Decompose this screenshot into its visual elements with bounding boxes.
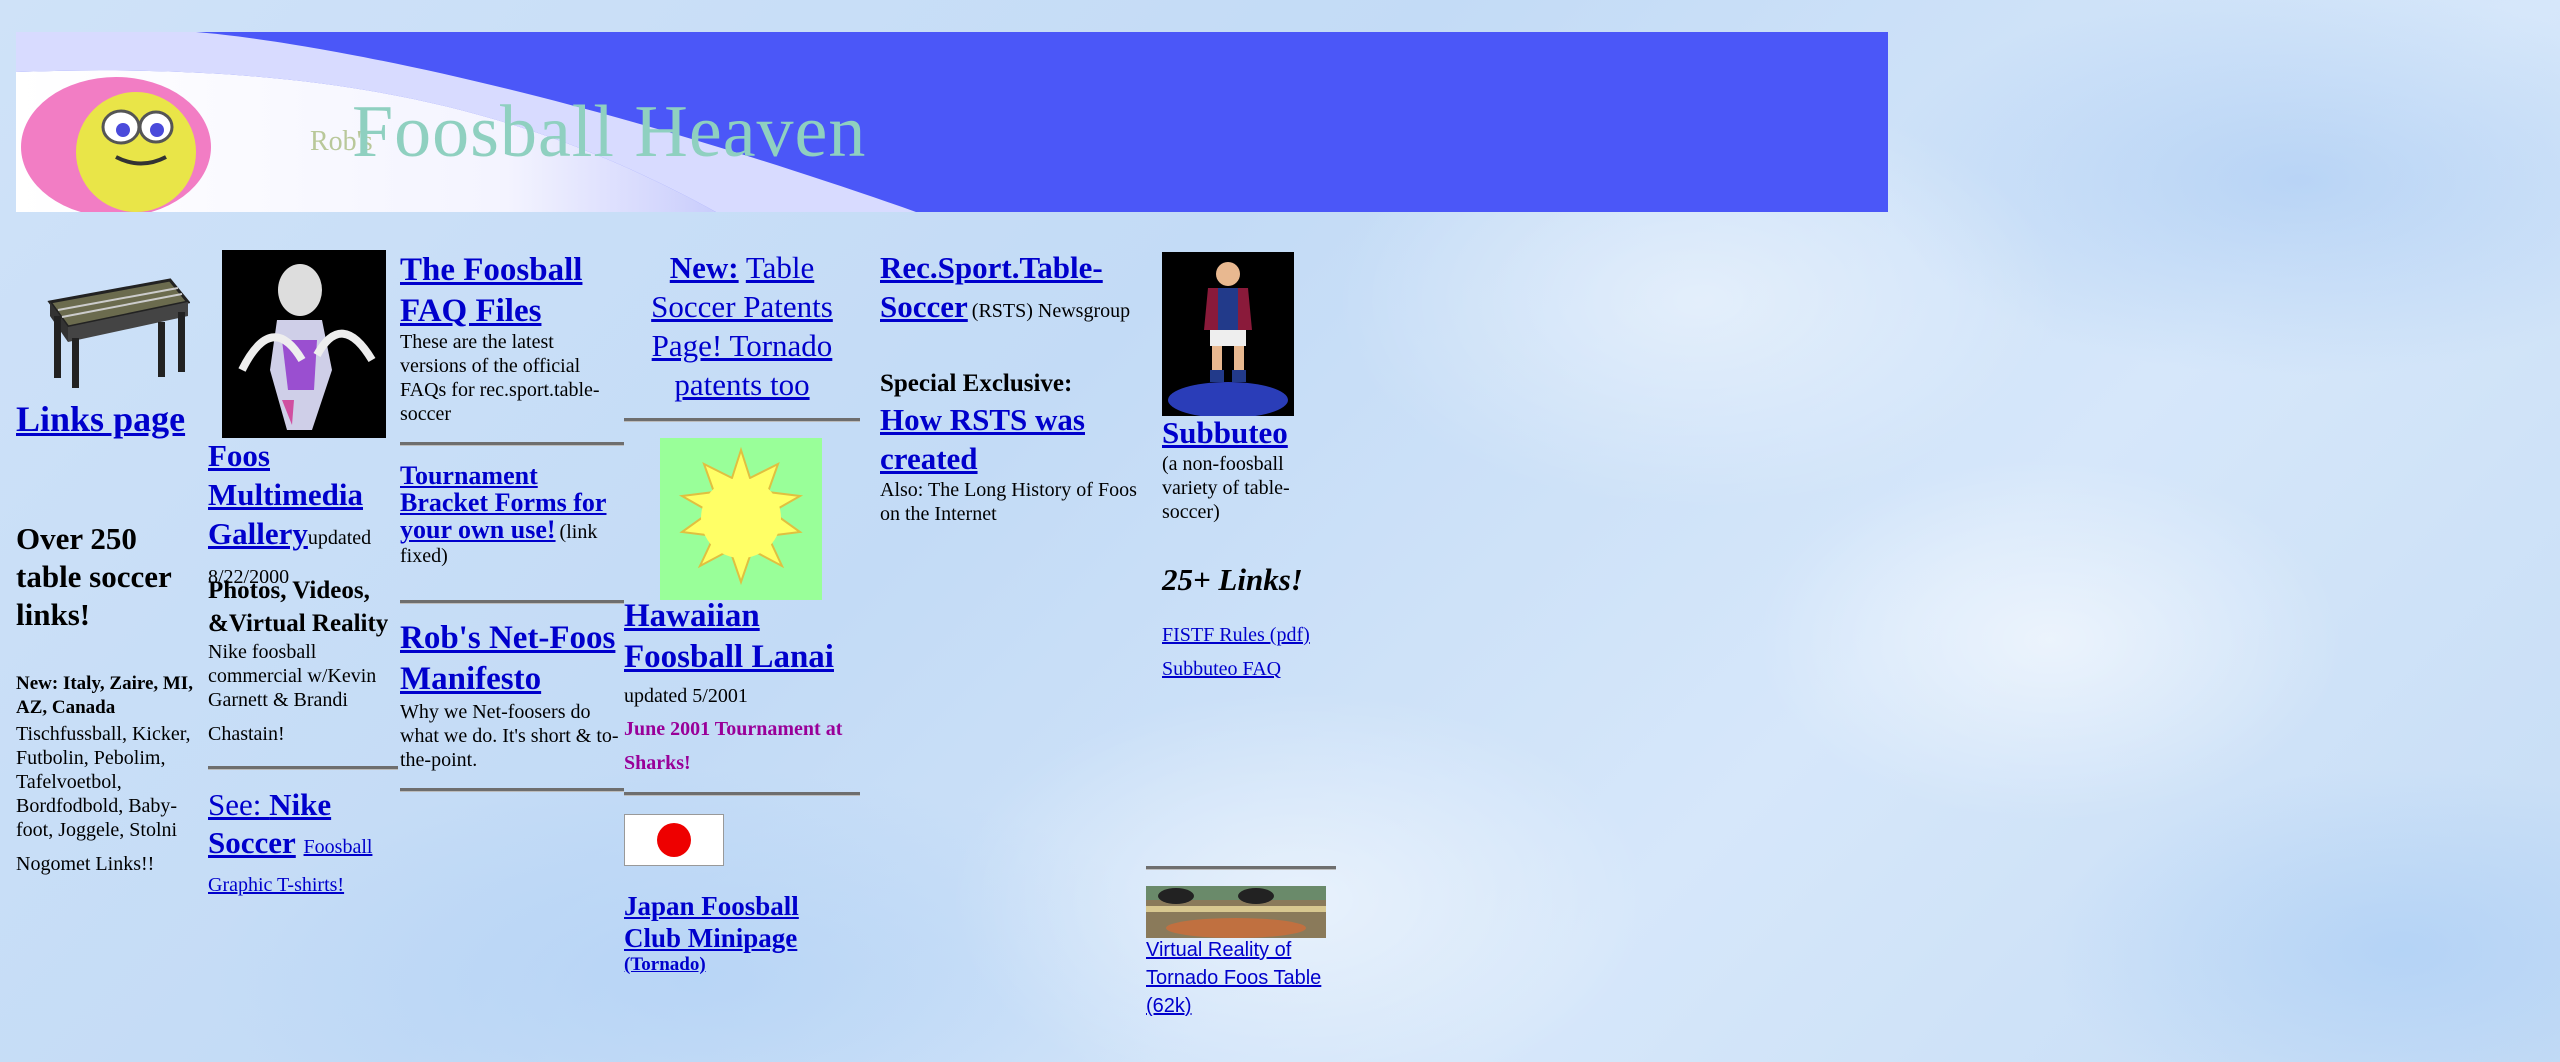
nike-commercial-tail: Chastain! <box>208 723 285 745</box>
manifesto-link[interactable]: Rob's Net-Foos Manifesto <box>400 618 620 700</box>
fistf-rules-link[interactable]: FISTF Rules (pdf) <box>1162 624 1310 647</box>
hawaiian-lanai-link[interactable]: Hawaiian Foosball Lanai <box>624 596 860 678</box>
mascot-icon <box>21 77 211 212</box>
links-count: 25+ Links! <box>1162 562 1303 597</box>
gallery-block: Foos Multimedia Galleryupdated 8/22/2000 <box>208 436 408 592</box>
japan-tornado-link[interactable]: (Tornado) <box>624 954 706 976</box>
divider <box>624 792 860 796</box>
divider <box>400 600 624 604</box>
hawaii-updated: updated 5/2001 <box>624 685 748 707</box>
rsts-note: (RSTS) Newsgroup <box>971 300 1131 322</box>
subbuteo-player-icon[interactable] <box>1162 252 1294 416</box>
nike-soccer-block: See: Nike Soccer Foosball <box>208 786 408 866</box>
vr-table-thumbnail-icon[interactable] <box>1146 886 1326 938</box>
divider <box>208 766 398 770</box>
vr-tornado-link[interactable]: Virtual Reality of Tornado Foos Table (6… <box>1146 936 1336 1020</box>
faq-files-link[interactable]: The Foosball FAQ Files <box>400 250 610 332</box>
foosman-figure-icon[interactable] <box>222 250 386 438</box>
subbuteo-link[interactable]: Subbuteo <box>1162 414 1288 452</box>
rsts-created-link[interactable]: How RSTS was created <box>880 400 1150 478</box>
tournament-block: Tournament Bracket Forms for your own us… <box>400 462 620 568</box>
divider <box>624 418 860 422</box>
divider <box>400 442 624 446</box>
foos-history-text: Also: The Long History of Foos on the In… <box>880 479 1137 525</box>
site-banner: Rob's Foosball Heaven <box>16 32 1888 212</box>
patents-block[interactable]: New: Table Soccer Patents Page! Tornado … <box>624 248 860 404</box>
foosball-tshirts-link-b[interactable]: Graphic T-shirts! <box>208 874 344 897</box>
gallery-photos: Photos, Videos, &Virtual Reality <box>208 577 389 637</box>
foosball-table-icon[interactable] <box>40 272 190 390</box>
sun-icon[interactable] <box>660 438 822 600</box>
foosball-names: Tischfussball, Kicker, Futbolin, Pebolim… <box>16 723 191 841</box>
faq-description: These are the latest versions of the off… <box>400 331 600 425</box>
japan-club-link[interactable]: Japan Foosball Club Minipage <box>624 890 844 954</box>
new-countries: New: Italy, Zaire, MI, AZ, Canada <box>16 673 193 718</box>
rsts-block: Rec.Sport.Table-Soccer (RSTS) Newsgroup <box>880 248 1150 326</box>
foosball-names-tail: Nogomet Links!! <box>16 853 155 875</box>
nike-commercial-text: Nike foosball commercial w/Kevin Garnett… <box>208 641 377 711</box>
divider <box>400 788 624 792</box>
hawaii-tournament: June 2001 Tournament at Sharks! <box>624 718 843 774</box>
manifesto-description: Why we Net-foosers do what we do. It's s… <box>400 701 619 771</box>
banner-sweep <box>16 32 916 212</box>
links-page-link[interactable]: Links page <box>16 398 185 440</box>
new-label[interactable]: New: <box>670 250 739 285</box>
see-label: See: <box>208 787 270 822</box>
japan-flag-icon[interactable] <box>624 814 724 866</box>
foosball-tshirts-link-a[interactable]: Foosball <box>304 836 373 858</box>
links-headline: Over 250 table soccer links! <box>16 521 172 632</box>
banner-title: Foosball Heaven <box>352 91 867 173</box>
divider <box>1146 866 1336 870</box>
special-exclusive: Special Exclusive: <box>880 370 1073 397</box>
subbuteo-description: (a non-foosball variety of table-soccer) <box>1162 453 1290 523</box>
subbuteo-faq-link[interactable]: Subbuteo FAQ <box>1162 658 1281 681</box>
